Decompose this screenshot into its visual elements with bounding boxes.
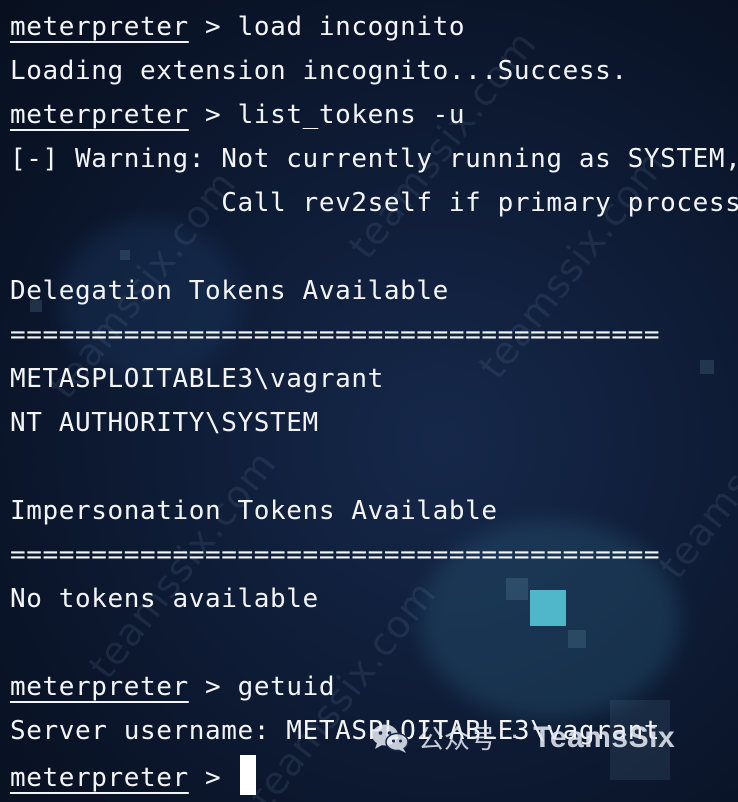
- prompt-word: meterpreter: [10, 763, 189, 793]
- impersonation-tokens-header: Impersonation Tokens Available: [10, 496, 498, 526]
- prompt-symbol: >: [188, 763, 238, 793]
- prompt-symbol: >: [188, 100, 238, 130]
- prompt-word: meterpreter: [10, 12, 189, 42]
- wechat-account-name: TeamsSix: [533, 720, 676, 754]
- terminal-output[interactable]: meterpreter > load incognito Loading ext…: [10, 7, 738, 799]
- prompt-symbol: >: [188, 12, 238, 42]
- wechat-icon: [372, 724, 409, 753]
- terminal-line-command: meterpreter > list_tokens -u: [10, 95, 738, 139]
- command-text: list_tokens -u: [237, 100, 466, 130]
- terminal-line-warning: Call rev2self if primary process: [10, 188, 738, 218]
- text-cursor[interactable]: [239, 755, 256, 795]
- terminal-input-line[interactable]: meterpreter >: [10, 755, 738, 799]
- delegation-tokens-header: Delegation Tokens Available: [10, 276, 449, 306]
- prompt-word: meterpreter: [10, 672, 189, 702]
- prompt-symbol: >: [188, 672, 238, 702]
- terminal-line-command: meterpreter > load incognito: [10, 7, 738, 51]
- terminal-line-warning: [-] Warning: Not currently running as SY…: [10, 144, 738, 174]
- terminal-line-output: Loading extension incognito...Success.: [10, 56, 628, 86]
- wechat-label: 公众号: [418, 725, 497, 755]
- delegation-token-item: NT AUTHORITY\SYSTEM: [10, 408, 319, 438]
- command-text: getuid: [237, 672, 336, 702]
- wechat-separator: ·: [508, 725, 522, 750]
- wechat-watermark: 公众号 · TeamsSix: [370, 719, 675, 756]
- delegation-token-item: METASPLOITABLE3\vagrant: [10, 364, 384, 394]
- separator-line: ========================================: [10, 540, 661, 570]
- command-text: load incognito: [237, 12, 466, 42]
- no-tokens-message: No tokens available: [10, 584, 319, 614]
- prompt-word: meterpreter: [10, 100, 189, 130]
- terminal-line-command: meterpreter > getuid: [10, 667, 738, 711]
- separator-line: ========================================: [10, 320, 661, 350]
